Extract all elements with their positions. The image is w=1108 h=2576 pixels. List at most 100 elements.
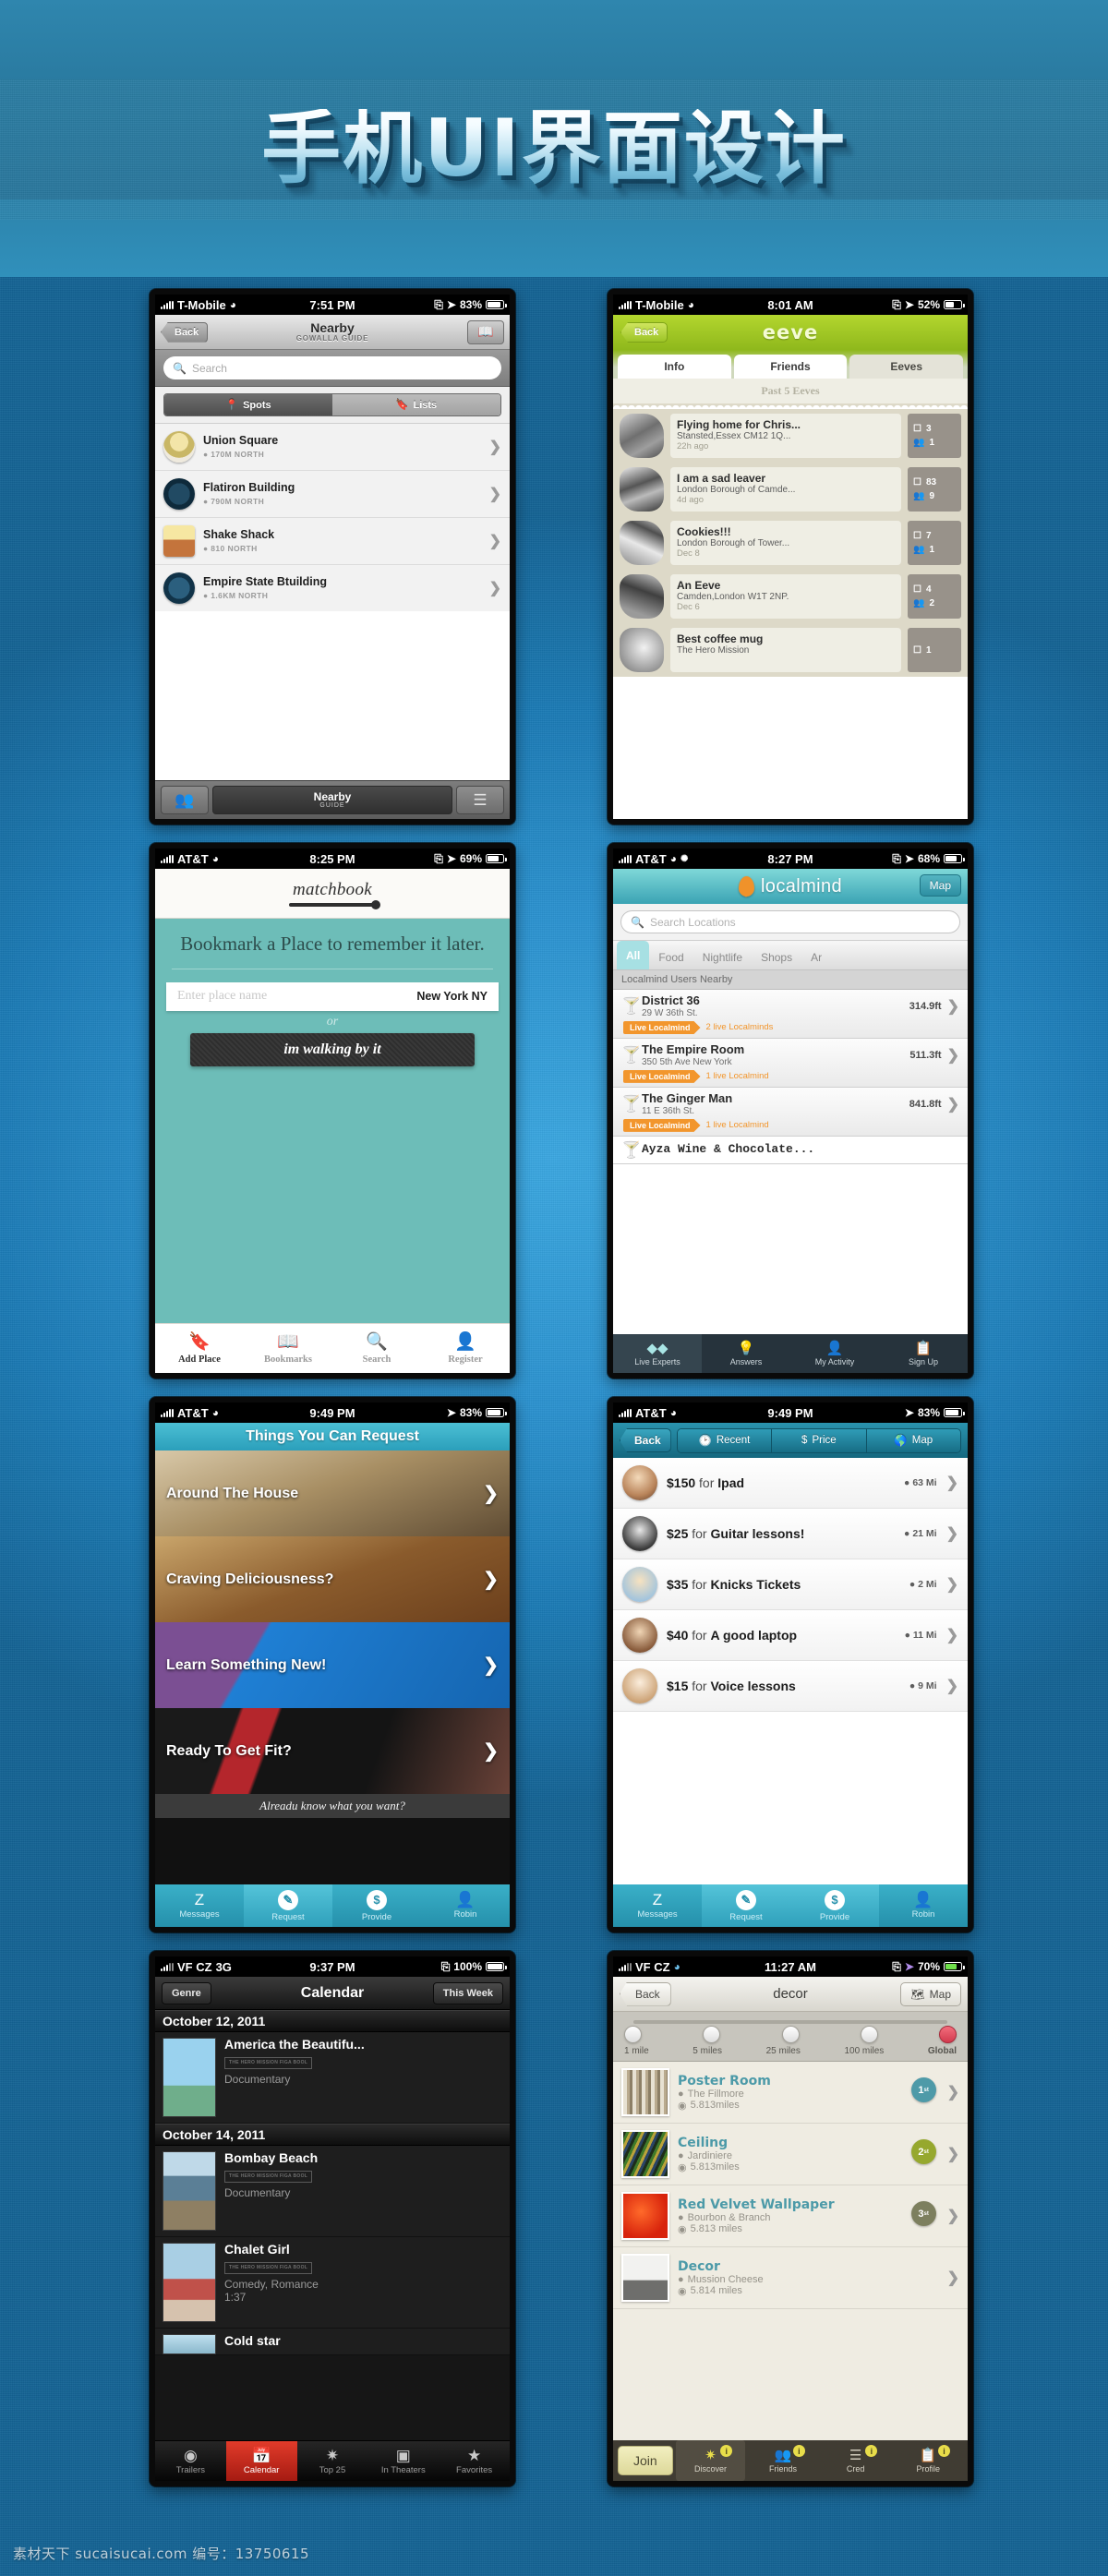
tab-top25[interactable]: ✷ Top 25 xyxy=(297,2441,368,2481)
slider-stop-100miles[interactable] xyxy=(860,2026,878,2043)
tab-messages[interactable]: Z Messages xyxy=(613,1884,702,1927)
tab-friends[interactable]: 👥 Friends i xyxy=(748,2440,818,2481)
back-button[interactable]: Back xyxy=(161,321,209,343)
tab-request[interactable]: ✎ Request xyxy=(244,1884,332,1927)
list-item[interactable]: I am a sad leaver London Borough of Camd… xyxy=(613,463,968,516)
back-button[interactable]: Back xyxy=(620,322,668,343)
table-row[interactable]: 🍸 District 36 29 W 36th St. 314.9ft ❯ Li… xyxy=(613,990,968,1039)
clock-icon: ◉ xyxy=(678,2161,687,2173)
tab-robin[interactable]: 👤 Robin xyxy=(421,1884,510,1927)
map-button[interactable]: Map xyxy=(919,874,961,897)
list-item[interactable]: An Eeve Camden,London W1T 2NP. Dec 6 ☐ 4 … xyxy=(613,570,968,623)
segment-recent[interactable]: 🕑 Recent xyxy=(677,1428,773,1452)
tab-provide[interactable]: $ Provide xyxy=(332,1884,421,1927)
table-row[interactable]: $150 for Ipad ● 63 Mi ❯ xyxy=(613,1458,968,1509)
category-arts[interactable]: Ar xyxy=(801,945,831,969)
slider-stop-5miles[interactable] xyxy=(703,2026,721,2043)
tab-live-experts[interactable]: ◆◆ Live Experts xyxy=(613,1334,702,1373)
tab-nearby-guide[interactable]: Nearby GUIDE xyxy=(212,786,452,814)
tab-my-activity[interactable]: 👤 My Activity xyxy=(790,1334,879,1373)
map-button[interactable]: 📖 xyxy=(467,319,504,344)
table-row[interactable]: Red Velvet Wallpaper ● Bourbon & Branch ◉… xyxy=(613,2185,968,2247)
slider-stop-1mile[interactable] xyxy=(624,2026,642,2043)
table-row[interactable]: $35 for Knicks Tickets ● 2 Mi ❯ xyxy=(613,1559,968,1610)
already-know-note[interactable]: Alreadu know what you want? xyxy=(155,1794,510,1818)
table-row[interactable]: $40 for A good laptop ● 11 Mi ❯ xyxy=(613,1610,968,1661)
table-row[interactable]: Flatiron Building ● 790M NORTH ❯ xyxy=(155,471,510,518)
table-row[interactable]: $15 for Voice lessons ● 9 Mi ❯ xyxy=(613,1661,968,1712)
table-row[interactable]: Empire State Btuilding ● 1.6KM NORTH ❯ xyxy=(155,565,510,611)
walking-by-it-button[interactable]: im walking by it xyxy=(190,1032,475,1066)
tab-request[interactable]: ✎ Request xyxy=(702,1884,790,1927)
table-row[interactable]: 🍸 The Empire Room 350 5th Ave New York 5… xyxy=(613,1038,968,1088)
segment-price[interactable]: $ Price xyxy=(772,1428,867,1452)
tab-messages[interactable]: Z Messages xyxy=(155,1884,244,1927)
tab-in-theaters[interactable]: ▣ In Theaters xyxy=(367,2441,439,2481)
tab-profile[interactable]: 📋 Profile i xyxy=(893,2440,963,2481)
table-row[interactable]: Shake Shack ● 810 NORTH ❯ xyxy=(155,518,510,565)
search-input[interactable]: 🔍 Search xyxy=(163,356,501,379)
tab-cred[interactable]: ☰ Cred i xyxy=(821,2440,891,2481)
tab-favorites[interactable]: ★ Favorites xyxy=(439,2441,510,2481)
tab-trailers[interactable]: ◉ Trailers xyxy=(155,2441,226,2481)
back-button[interactable]: Back xyxy=(620,1981,671,2006)
tab-info[interactable]: Info xyxy=(618,355,731,379)
tab-calendar[interactable]: 📅 Calendar xyxy=(225,2441,297,2481)
distance-slider[interactable]: 1 mile 5 miles 25 miles 100 miles Global xyxy=(613,2012,968,2062)
map-button[interactable]: 🗺 Map xyxy=(900,1981,961,2006)
category-band-food[interactable]: Craving Deliciousness? ❯ xyxy=(155,1536,510,1622)
category-nightlife[interactable]: Nightlife xyxy=(693,945,752,969)
movie-row[interactable]: America the Beautifu... THE HERO MISSION… xyxy=(155,2032,510,2124)
category-band-fit[interactable]: Ready To Get Fit? ❯ xyxy=(155,1708,510,1794)
table-row[interactable]: 🍸 Ayza Wine & Chocolate... xyxy=(613,1136,968,1164)
tab-friends[interactable]: 👥 xyxy=(161,786,209,814)
genre-button[interactable]: Genre xyxy=(162,1981,211,2004)
slider-stop-25miles[interactable] xyxy=(781,2026,800,2043)
segment-spots[interactable]: 📍 Spots xyxy=(164,394,332,415)
join-button[interactable]: Join xyxy=(618,2446,673,2475)
offer-price: $35 xyxy=(667,1577,689,1592)
place-name-input[interactable]: Enter place name New York NY xyxy=(166,981,499,1011)
list-item[interactable]: Cookies!!! London Borough of Tower... De… xyxy=(613,516,968,570)
venue-address: 350 5th Ave New York xyxy=(642,1056,732,1067)
category-shops[interactable]: Shops xyxy=(752,945,801,969)
clock-icon: 🕑 xyxy=(698,1436,712,1447)
segment-lists[interactable]: 🔖 Lists xyxy=(332,394,500,415)
eeve-counts: ☐ 83 👥 9 xyxy=(908,467,961,512)
table-row[interactable]: Ceiling ● Jardiniere ◉ 5.813miles 2st ❯ xyxy=(613,2124,968,2185)
tab-add-place[interactable]: 🔖 Add Place xyxy=(155,1324,244,1373)
tab-search[interactable]: 🔍 Search xyxy=(332,1324,421,1373)
status-right: ➤ 83% xyxy=(905,1406,965,1419)
tab-register[interactable]: 👤 Register xyxy=(421,1324,510,1373)
movie-row[interactable]: Bombay Beach THE HERO MISSION FIGA BOOL … xyxy=(155,2146,510,2237)
back-button[interactable]: Back xyxy=(620,1428,671,1452)
tab-provide[interactable]: $ Provide xyxy=(790,1884,879,1927)
tab-answers[interactable]: 💡 Answers xyxy=(702,1334,790,1373)
tab-list[interactable]: ☰ xyxy=(456,786,504,814)
table-row[interactable]: $25 for Guitar lessons! ● 21 Mi ❯ xyxy=(613,1509,968,1559)
category-band-learn[interactable]: Learn Something New! ❯ xyxy=(155,1622,510,1708)
search-input[interactable]: 🔍 Search Locations xyxy=(620,910,960,933)
movie-row[interactable]: Cold star xyxy=(155,2329,510,2355)
category-food[interactable]: Food xyxy=(649,945,692,969)
tab-friends[interactable]: Friends xyxy=(733,355,848,379)
category-band-house[interactable]: Around The House ❯ xyxy=(155,1451,510,1536)
this-week-button[interactable]: This Week xyxy=(432,1981,503,2004)
list-item[interactable]: Flying home for Chris... Stansted,Essex … xyxy=(613,409,968,463)
tab-eeves[interactable]: Eeves xyxy=(849,355,964,379)
tab-sign-up[interactable]: 📋 Sign Up xyxy=(879,1334,968,1373)
avatar xyxy=(622,1668,657,1703)
phone-mockup-decor: VF CZ ◕ 11:27 AM ⎘ ➤ 70% Back decor 🗺 Ma… xyxy=(608,1951,973,2486)
category-all[interactable]: All xyxy=(617,941,650,969)
table-row[interactable]: Decor ● Mussion Cheese ◉ 5.814 miles ❯ xyxy=(613,2247,968,2309)
slider-stop-global[interactable] xyxy=(939,2026,957,2043)
movie-row[interactable]: Chalet Girl THE HERO MISSION FIGA BOOL C… xyxy=(155,2237,510,2329)
list-item[interactable]: Best coffee mug The Hero Mission ☐ 1 xyxy=(613,623,968,677)
segment-map[interactable]: 🌎 Map xyxy=(866,1428,960,1452)
tab-bookmarks[interactable]: 📖 Bookmarks xyxy=(244,1324,332,1373)
table-row[interactable]: 🍸 The Ginger Man 11 E 36th St. 841.8ft ❯… xyxy=(613,1087,968,1137)
table-row[interactable]: Poster Room ● The Fillmore ◉ 5.813miles 1s… xyxy=(613,2062,968,2124)
table-row[interactable]: Union Square ● 170M NORTH ❯ xyxy=(155,424,510,471)
tab-robin[interactable]: 👤 Robin xyxy=(879,1884,968,1927)
tab-discover[interactable]: ✷ Discover i xyxy=(675,2440,746,2481)
